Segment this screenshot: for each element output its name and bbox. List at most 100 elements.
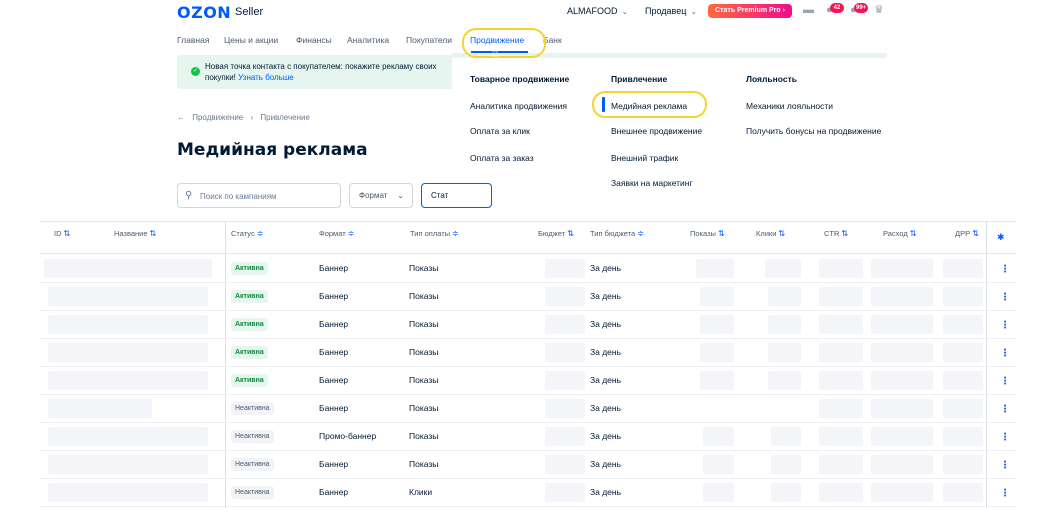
table-row[interactable]: Активна Баннер Показы За день [40,367,1016,395]
blurred-cell [700,315,734,334]
menu-item-pay-per-order[interactable]: Оплата за заказ [470,153,534,163]
payment-cell: Показы [409,375,439,385]
blurred-cell [48,287,208,306]
table-row[interactable]: Активна Баннер Показы За день [40,283,1016,311]
header-status-label: Статус [231,229,255,238]
nav-item-finance[interactable]: Финансы [296,35,332,45]
header-status[interactable]: Статус ≑ [231,229,263,238]
ozon-logo[interactable]: OZON [177,3,231,22]
breadcrumb-attraction[interactable]: Привлечение [260,113,310,122]
blurred-cell [545,259,585,278]
chat-icon[interactable]: ▬ [803,5,815,16]
banner-learn-more-link[interactable]: Узнать больше [238,73,294,82]
format-cell: Баннер [319,291,349,301]
header-id[interactable]: ID ⇅ [54,229,70,238]
row-menu-icon[interactable]: ⋮ [1000,292,1010,303]
page-title: Медийная реклама [177,140,368,160]
header-budget[interactable]: Бюджет ⇅ [538,229,574,238]
menu-item-promo-analytics[interactable]: Аналитика продвижения [470,101,567,111]
budget-type-cell: За день [590,431,622,441]
nav-item-customers[interactable]: Покупатели [406,35,452,45]
payment-cell: Показы [409,263,439,273]
bell-icon[interactable]: ● 42 [826,3,844,16]
store-selector[interactable]: ALMAFOOD ⌄ [567,6,628,16]
blurred-cell [819,427,863,446]
blurred-cell [48,427,208,446]
top-bar: OZON Seller ALMAFOOD ⌄ Продавец ⌄ Стать Pr… [0,0,1058,26]
row-menu-icon[interactable]: ⋮ [1000,348,1010,359]
row-menu-icon[interactable]: ⋮ [1000,460,1010,471]
premium-pro-button[interactable]: Стать Premium Pro › [708,4,792,18]
blurred-cell [943,399,983,418]
breadcrumb-promotion[interactable]: Продвижение [192,113,243,122]
role-selector[interactable]: Продавец ⌄ [645,6,697,16]
row-menu-icon[interactable]: ⋮ [1000,320,1010,331]
menu-item-get-bonuses[interactable]: Получить бонусы на продвижение [746,126,881,136]
table-row[interactable]: Неактивна Промо-баннер Показы За день [40,423,1016,451]
table-row[interactable]: Активна Баннер Показы За день [40,255,1016,283]
budget-type-cell: За день [590,291,622,301]
settings-gear-icon[interactable]: ✱ [997,232,1005,243]
header-budget-type[interactable]: Тип бюджета ≑ [590,229,644,238]
blurred-cell [771,483,801,502]
check-icon: ✓ [191,67,200,76]
back-arrow-icon[interactable]: ← [177,113,185,122]
table-row[interactable]: Неактивна Баннер Клики За день [40,479,1016,507]
row-menu-icon[interactable]: ⋮ [1000,264,1010,275]
blurred-cell [48,483,208,502]
sort-icon: ⇅ [778,229,786,238]
header-name[interactable]: Название ⇅ [114,229,156,238]
payment-cell: Клики [409,487,433,497]
nav-item-prices[interactable]: Цены и акции [224,35,278,45]
blurred-cell [703,483,734,502]
menu-item-external-traffic[interactable]: Внешний трафик [611,153,678,163]
status-filter-label: Стат [431,191,449,200]
status-filter-select[interactable]: Стат [421,183,492,208]
menu-item-pay-per-click[interactable]: Оплата за клик [470,126,530,136]
header-format[interactable]: Формат ≑ [319,229,354,238]
menu-item-loyalty-mechanics[interactable]: Механики лояльности [746,101,833,111]
row-menu-icon[interactable]: ⋮ [1000,404,1010,415]
notifications-icon[interactable]: ● 99+ [850,3,869,16]
table-row[interactable]: Неактивна Баннер Показы За день [40,451,1016,479]
header-ctr[interactable]: CTR ⇅ [824,229,848,238]
blurred-cell [819,315,863,334]
format-filter-select[interactable]: Формат ⌄ [349,183,413,208]
header-impressions[interactable]: Показы ⇅ [690,229,725,238]
blurred-cell [819,259,863,278]
header-drr[interactable]: ДРР ⇅ [955,229,979,238]
header-clicks[interactable]: Клики ⇅ [756,229,785,238]
budget-type-cell: За день [590,403,622,413]
budget-type-cell: За день [590,263,622,273]
sort-icon: ⇅ [717,229,725,238]
row-menu-icon[interactable]: ⋮ [1000,432,1010,443]
header-clicks-label: Клики [756,229,777,238]
search-field[interactable]: ⚲ [177,183,341,208]
table-row[interactable]: Активна Баннер Показы За день [40,339,1016,367]
menu-item-external-promotion[interactable]: Внешнее продвижение [611,126,702,136]
status-badge: Активна [231,346,268,359]
table-row[interactable]: Неактивна Баннер Показы За день [40,395,1016,423]
header-payment-label: Тип оплаты [410,229,451,238]
table-row[interactable]: Активна Баннер Показы За день [40,311,1016,339]
row-menu-icon[interactable]: ⋮ [1000,488,1010,499]
menu-item-marketing-requests[interactable]: Заявки на маркетинг [611,178,693,188]
crown-icon[interactable]: ♛ [874,5,886,16]
notification-badge: 42 [830,3,844,13]
payment-cell: Показы [409,459,439,469]
blurred-cell [943,427,983,446]
blurred-cell [771,455,801,474]
status-badge: Активна [231,262,268,275]
header-payment-type[interactable]: Тип оплаты ≑ [410,229,459,238]
payment-cell: Показы [409,319,439,329]
logo-seller-label: Seller [235,6,264,18]
nav-item-home[interactable]: Главная [177,35,209,45]
row-menu-icon[interactable]: ⋮ [1000,376,1010,387]
nav-item-analytics[interactable]: Аналитика [347,35,389,45]
header-format-label: Формат [319,229,346,238]
blurred-cell [871,399,933,418]
header-spend[interactable]: Расход ⇅ [883,229,916,238]
format-cell: Баннер [319,487,349,497]
sort-icon: ⇅ [63,229,71,238]
search-input[interactable] [200,189,336,203]
